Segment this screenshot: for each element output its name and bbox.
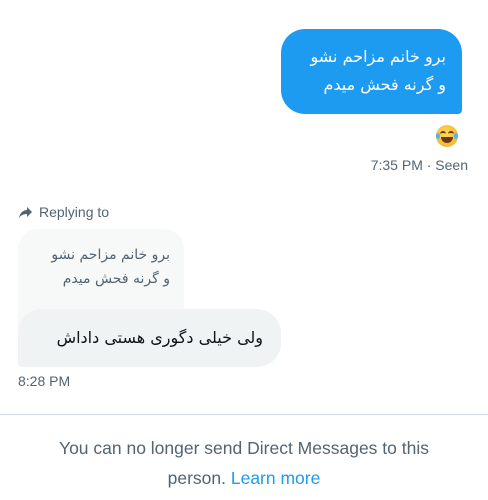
dm-restriction-notice: You can no longer send Direct Messages t… [0, 433, 488, 493]
outgoing-message-bubble[interactable]: برو خانم مزاحم نشو و گرنه فحش میدم [281, 29, 462, 114]
notice-line-1: You can no longer send Direct Messages t… [59, 438, 429, 458]
quoted-message-line-1: برو خانم مزاحم نشو [51, 247, 170, 263]
reply-arrow-icon [19, 206, 32, 218]
divider [0, 414, 488, 415]
outgoing-message-status: 7:35 PM · Seen [370, 157, 468, 173]
learn-more-link[interactable]: Learn more [231, 468, 321, 488]
outgoing-message-line-2: و گرنه فحش میدم [323, 75, 446, 94]
incoming-message-time: 8:28 PM [18, 373, 71, 389]
notice-line-2: person. Learn more [0, 463, 488, 493]
incoming-message-bubble[interactable]: ولی خیلی دگوری هستی داداش [18, 309, 281, 367]
notice-line-2-text: person. [167, 468, 231, 488]
replying-to-text: Replying to [39, 204, 110, 220]
laughing-tears-emoji-icon[interactable] [436, 125, 458, 147]
quoted-message-line-2: و گرنه فحش میدم [62, 271, 170, 287]
replying-to-label: Replying to [18, 204, 109, 220]
outgoing-message-line-1: برو خانم مزاحم نشو [310, 47, 446, 66]
dm-conversation: برو خانم مزاحم نشو و گرنه فحش میدم 7:35 … [0, 0, 488, 500]
incoming-message-text: ولی خیلی دگوری هستی داداش [56, 328, 263, 347]
